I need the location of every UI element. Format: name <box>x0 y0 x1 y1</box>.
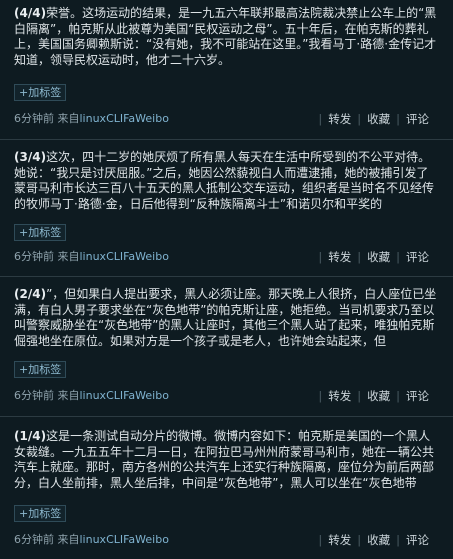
post-meta: 6分钟前 来自linuxCLIFaWeibo | 转发 | 收藏 | 评论 <box>14 248 443 266</box>
forward-button[interactable]: 转发 <box>322 248 357 266</box>
post-text: (4/4)荣誉。这场运动的结果，是一九五六年联邦最高法院裁决禁止公车上的“黑白隔… <box>0 0 453 68</box>
post-body: 这次，四十二岁的她厌烦了所有黑人每天在生活中所受到的不公平对待。她说：“我只是讨… <box>14 150 435 211</box>
comment-button[interactable]: 评论 <box>400 110 435 128</box>
weibo-post: (2/4)”，但如果白人提出要求，黑人必须让座。那天晚上人很挤，白人座位已坐满，… <box>0 277 453 417</box>
post-time: 6分钟前 <box>14 112 54 125</box>
weibo-post: (3/4)这次，四十二岁的她厌烦了所有黑人每天在生活中所受到的不公平对待。她说：… <box>0 140 453 277</box>
add-tag-button[interactable]: +加标签 <box>14 361 67 378</box>
source-link[interactable]: linuxCLIFaWeibo <box>80 250 169 263</box>
weibo-post: (4/4)荣誉。这场运动的结果，是一九五六年联邦最高法院裁决禁止公车上的“黑白隔… <box>0 0 453 140</box>
post-actions: | 转发 | 收藏 | 评论 <box>318 531 435 549</box>
forward-button[interactable]: 转发 <box>322 531 357 549</box>
post-meta: 6分钟前 来自linuxCLIFaWeibo | 转发 | 收藏 | 评论 <box>14 110 443 128</box>
post-time: 6分钟前 <box>14 389 54 402</box>
favorite-button[interactable]: 收藏 <box>361 110 396 128</box>
post-text: (1/4)这是一条测试自动分片的微博。微博内容如下：帕克斯是美国的一个黑人女裁缝… <box>0 417 453 491</box>
forward-button[interactable]: 转发 <box>322 110 357 128</box>
post-actions: | 转发 | 收藏 | 评论 <box>318 248 435 266</box>
comment-button[interactable]: 评论 <box>400 387 435 405</box>
add-tag-button[interactable]: +加标签 <box>14 505 67 522</box>
weibo-post: (1/4)这是一条测试自动分片的微博。微博内容如下：帕克斯是美国的一个黑人女裁缝… <box>0 417 453 559</box>
post-text: (3/4)这次，四十二岁的她厌烦了所有黑人每天在生活中所受到的不公平对待。她说：… <box>0 140 453 212</box>
post-time: 6分钟前 <box>14 250 54 263</box>
source-link[interactable]: linuxCLIFaWeibo <box>80 389 169 402</box>
source-prefix: 来自 <box>57 389 80 402</box>
add-tag-button[interactable]: +加标签 <box>14 224 67 241</box>
source-prefix: 来自 <box>57 533 80 546</box>
add-tag-button[interactable]: +加标签 <box>14 84 67 101</box>
comment-button[interactable]: 评论 <box>400 248 435 266</box>
post-text: (2/4)”，但如果白人提出要求，黑人必须让座。那天晚上人很挤，白人座位已坐满，… <box>0 277 453 349</box>
source-prefix: 来自 <box>57 112 80 125</box>
post-actions: | 转发 | 收藏 | 评论 <box>318 387 435 405</box>
favorite-button[interactable]: 收藏 <box>361 248 396 266</box>
post-time: 6分钟前 <box>14 533 54 546</box>
post-part-label: (3/4) <box>14 150 47 164</box>
source-link[interactable]: linuxCLIFaWeibo <box>80 533 169 546</box>
post-actions: | 转发 | 收藏 | 评论 <box>318 110 435 128</box>
post-body: 这是一条测试自动分片的微博。微博内容如下：帕克斯是美国的一个黑人女裁缝。一九五五… <box>14 429 435 490</box>
weibo-feed: (4/4)荣誉。这场运动的结果，是一九五六年联邦最高法院裁决禁止公车上的“黑白隔… <box>0 0 453 559</box>
post-meta: 6分钟前 来自linuxCLIFaWeibo | 转发 | 收藏 | 评论 <box>14 387 443 405</box>
post-meta: 6分钟前 来自linuxCLIFaWeibo | 转发 | 收藏 | 评论 <box>14 531 443 549</box>
source-prefix: 来自 <box>57 250 80 263</box>
favorite-button[interactable]: 收藏 <box>361 387 396 405</box>
forward-button[interactable]: 转发 <box>322 387 357 405</box>
post-body: ”，但如果白人提出要求，黑人必须让座。那天晚上人很挤，白人座位已坐满，有白人男子… <box>14 287 437 348</box>
source-link[interactable]: linuxCLIFaWeibo <box>80 112 169 125</box>
post-part-label: (4/4) <box>14 6 47 20</box>
favorite-button[interactable]: 收藏 <box>361 531 396 549</box>
post-part-label: (2/4) <box>14 287 47 301</box>
post-part-label: (1/4) <box>14 429 47 443</box>
comment-button[interactable]: 评论 <box>400 531 435 549</box>
post-body: 荣誉。这场运动的结果，是一九五六年联邦最高法院裁决禁止公车上的“黑白隔离”，帕克… <box>14 6 437 67</box>
